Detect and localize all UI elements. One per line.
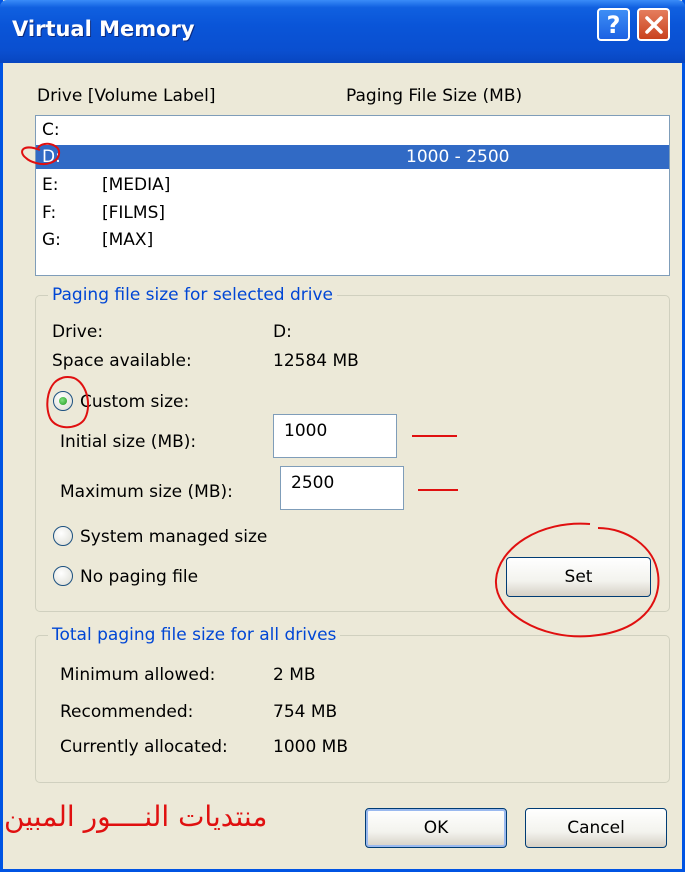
cancel-button-label: Cancel [567,818,625,838]
maximum-size-input[interactable]: 2500 [280,466,404,510]
cancel-button[interactable]: Cancel [525,808,667,848]
drive-row-f[interactable]: F: [FILMS] [36,201,669,225]
selected-drive-group-title: Paging file size for selected drive [48,285,338,305]
no-paging-file-radio[interactable] [53,566,73,586]
drive-letter: E: [42,175,59,195]
space-available-value: 12584 MB [273,351,359,371]
drive-letter: G: [42,230,61,250]
currently-allocated-value: 1000 MB [273,737,348,757]
drive-volume-label: [MAX] [102,230,154,250]
system-managed-label[interactable]: System managed size [80,527,267,547]
initial-size-input[interactable]: 1000 [273,414,397,458]
space-available-label: Space available: [52,351,192,371]
drive-row-e[interactable]: E: [MEDIA] [36,173,669,197]
set-button-label: Set [564,567,593,587]
forum-watermark: منتديات النــــور المبين [4,800,268,833]
ok-button[interactable]: OK [365,808,507,848]
no-paging-file-label[interactable]: No paging file [80,567,198,587]
annotation-underline-maximum [418,489,458,491]
initial-size-label: Initial size (MB): [60,432,197,452]
close-icon [644,15,663,34]
help-button[interactable]: ? [597,8,630,41]
drive-letter: F: [42,203,57,223]
totals-group-title: Total paging file size for all drives [48,625,341,645]
currently-allocated-label: Currently allocated: [60,737,228,757]
title-bar[interactable]: Virtual Memory ? [0,0,685,63]
paging-size-column-header: Paging File Size (MB) [346,86,523,106]
ok-button-label: OK [423,818,449,838]
set-button[interactable]: Set [506,557,651,597]
drive-row-c[interactable]: C: [36,118,669,142]
drive-column-header: Drive [Volume Label] [37,86,216,106]
help-icon: ? [606,10,621,39]
recommended-label: Recommended: [60,702,194,722]
system-managed-radio[interactable] [53,526,73,546]
radio-selected-dot [59,397,67,405]
drive-letter: C: [42,120,60,140]
maximum-size-label: Maximum size (MB): [60,482,233,502]
drive-row-d[interactable]: D: 1000 - 2500 [36,145,669,169]
custom-size-radio[interactable] [53,391,73,411]
close-button[interactable] [637,8,670,41]
minimum-allowed-value: 2 MB [273,665,316,685]
drive-letter: D: [42,147,61,167]
drive-list[interactable]: C: D: 1000 - 2500 E: [MEDIA] F: [FILMS] … [35,115,670,276]
drive-paging-size: 1000 - 2500 [406,147,510,167]
minimum-allowed-label: Minimum allowed: [60,665,216,685]
annotation-underline-initial [412,435,457,437]
drive-value: D: [273,322,292,342]
window-title: Virtual Memory [12,17,195,41]
drive-row-g[interactable]: G: [MAX] [36,228,669,252]
drive-label: Drive: [52,322,104,342]
drive-volume-label: [FILMS] [102,203,165,223]
custom-size-label[interactable]: Custom size: [80,392,189,412]
drive-volume-label: [MEDIA] [102,175,171,195]
recommended-value: 754 MB [273,702,338,722]
